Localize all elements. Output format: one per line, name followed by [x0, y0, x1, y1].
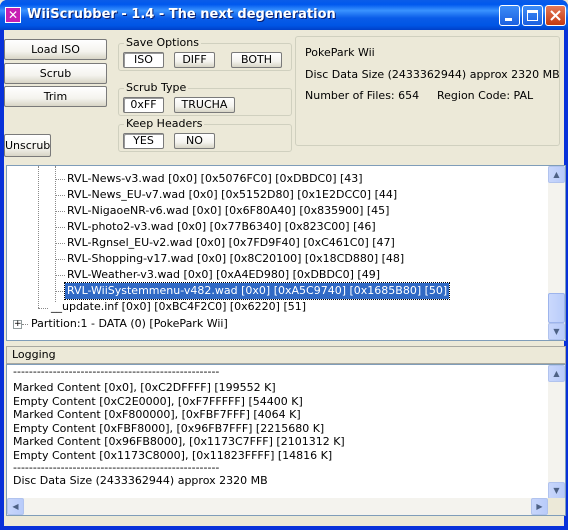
maximize-button[interactable]	[522, 5, 543, 26]
tree-line	[55, 275, 65, 276]
save-diff-button[interactable]: DIFF	[174, 52, 215, 68]
client-area: Load ISO Scrub Trim Unscrub Save Options…	[4, 30, 566, 526]
keep-headers-yes-button[interactable]: YES	[123, 133, 164, 149]
tree-line	[38, 308, 48, 309]
tree-line	[38, 166, 39, 308]
tree-line	[22, 324, 28, 325]
game-name: PokePark Wii	[305, 46, 375, 59]
keep-headers-group: Keep Headers YES NO	[118, 118, 292, 152]
keep-headers-label: Keep Headers	[124, 117, 205, 130]
log-horizontal-scrollbar[interactable]: ◀ ▶	[7, 498, 548, 515]
app-icon[interactable]: ✕	[5, 7, 21, 23]
main-window: ✕ WiiScrubber - 1.4 - The next degenerat…	[0, 0, 568, 530]
close-icon	[550, 10, 561, 21]
tree-line	[55, 211, 65, 212]
load-iso-button[interactable]: Load ISO	[4, 39, 107, 60]
log-separator: ----------------------------------------…	[13, 365, 220, 378]
scrollbar-corner	[548, 498, 565, 515]
keep-headers-no-button[interactable]: NO	[174, 133, 215, 149]
close-button[interactable]	[545, 5, 566, 26]
logging-header: Logging	[6, 346, 566, 364]
tree-line	[55, 291, 65, 292]
title-bar[interactable]: ✕ WiiScrubber - 1.4 - The next degenerat…	[0, 0, 568, 30]
tree-vertical-scrollbar[interactable]: ▲ ▼	[548, 166, 565, 340]
save-iso-button[interactable]: ISO	[123, 52, 164, 68]
minimize-button[interactable]	[499, 5, 520, 26]
log-separator: ----------------------------------------…	[13, 461, 220, 474]
file-tree[interactable]: RVL-News-v3.wad [0x0] [0x5076FC0] [0xDBD…	[6, 165, 566, 341]
log-line: Marked Content [0x0], [0xC2DFFFF] [19955…	[13, 381, 276, 394]
region-code: Region Code: PAL	[437, 89, 534, 102]
scroll-down-icon[interactable]: ▼	[548, 323, 565, 340]
tree-line	[55, 243, 65, 244]
trim-button[interactable]: Trim	[4, 86, 107, 107]
tree-line	[55, 195, 65, 196]
scroll-down-icon[interactable]: ▼	[548, 482, 565, 499]
log-footer: Disc Data Size (2433362944) approx 2320 …	[13, 474, 268, 487]
log-line: Empty Content [0xFBF8000], [0x96FB7FFF] …	[13, 421, 325, 435]
save-options-group: Save Options ISO DIFF BOTH	[118, 37, 292, 71]
unscrub-button[interactable]: Unscrub	[4, 134, 51, 157]
scrub-type-label: Scrub Type	[124, 81, 189, 94]
window-title: WiiScrubber - 1.4 - The next degeneratio…	[27, 7, 336, 22]
log-line: Empty Content [0xC2E0000], [0xF7FFFFF] […	[13, 394, 303, 408]
disc-info-panel: PokePark Wii Disc Data Size (2433362944)…	[295, 36, 560, 146]
save-both-button[interactable]: BOTH	[231, 52, 282, 68]
minimize-icon	[505, 18, 512, 21]
logging-label: Logging	[12, 348, 56, 361]
scrub-type-trucha-button[interactable]: TRUCHA	[174, 97, 235, 113]
log-vertical-scrollbar[interactable]: ▲ ▼	[548, 365, 565, 499]
scrub-type-0xff-button[interactable]: 0xFF	[123, 97, 164, 113]
scroll-thumb[interactable]	[548, 293, 565, 323]
save-options-label: Save Options	[124, 36, 201, 49]
log-line: Marked Content [0x96FB8000], [0x1173C7FF…	[13, 435, 345, 449]
scrub-button[interactable]: Scrub	[4, 63, 107, 84]
disc-data-size: Disc Data Size (2433362944) approx 2320 …	[305, 68, 560, 81]
log-output[interactable]: ----------------------------------------…	[6, 364, 566, 516]
scroll-up-icon[interactable]: ▲	[548, 166, 565, 183]
scrub-type-group: Scrub Type 0xFF TRUCHA	[118, 82, 292, 116]
scroll-left-icon[interactable]: ◀	[7, 498, 24, 515]
tree-line	[55, 259, 65, 260]
expand-partition-icon[interactable]: +	[13, 320, 22, 329]
tree-line	[55, 179, 65, 180]
log-line: Marked Content [0xF800000], [0xFBF7FFF] …	[13, 408, 301, 422]
tree-line	[55, 166, 56, 302]
maximize-icon	[527, 10, 538, 21]
scroll-up-icon[interactable]: ▲	[548, 365, 565, 382]
tree-line	[55, 227, 65, 228]
number-of-files: Number of Files: 654	[305, 89, 420, 102]
scroll-right-icon[interactable]: ▶	[531, 498, 548, 515]
